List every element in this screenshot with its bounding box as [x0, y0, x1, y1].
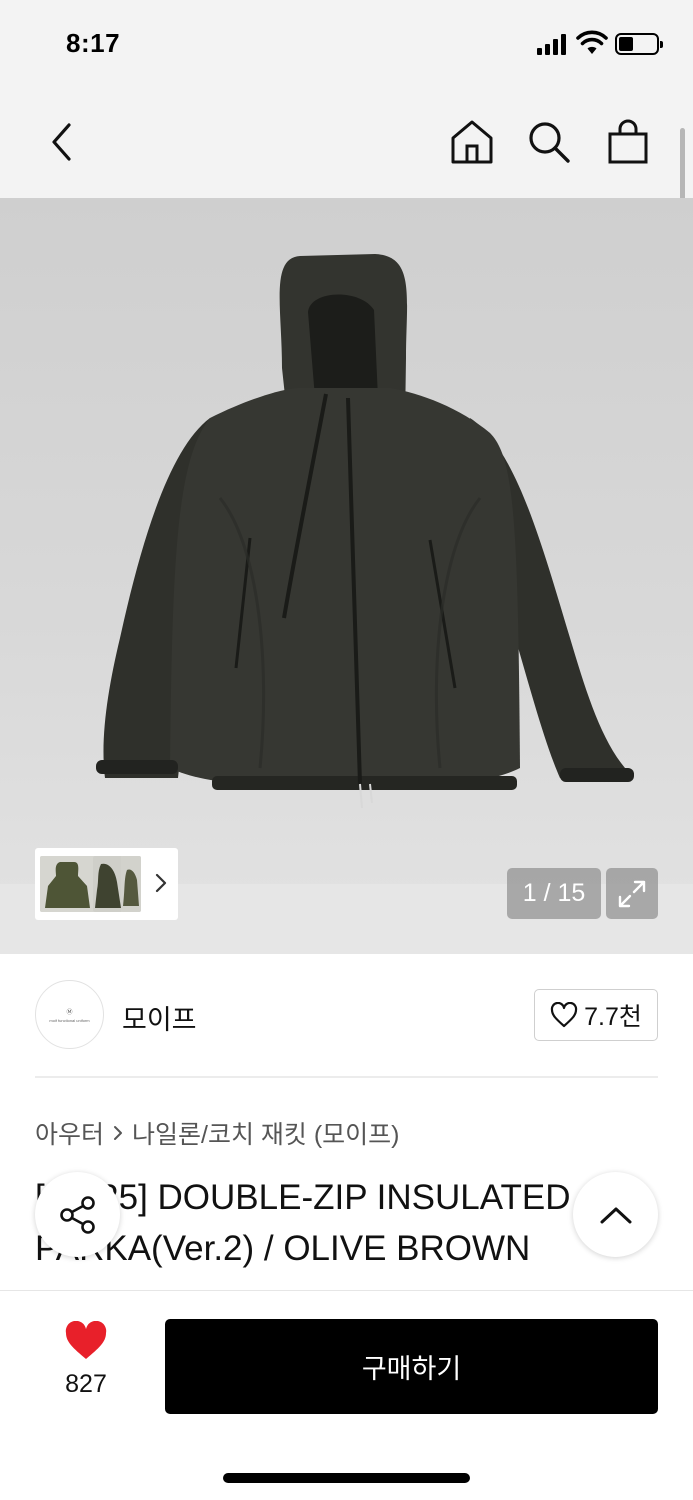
battery-icon [615, 33, 663, 55]
divider [35, 1076, 658, 1078]
breadcrumb: 아우터 나일론/코치 재킷 (모이프) [35, 1115, 400, 1151]
brand-like-count: 7.7천 [584, 1003, 642, 1031]
brand-logo-tagline: moif functional uniform [49, 1017, 90, 1023]
thumbnail-image[interactable] [93, 856, 123, 912]
status-bar: 8:17 [0, 0, 693, 88]
home-icon [451, 120, 493, 164]
expand-icon [618, 880, 646, 907]
home-indicator [223, 1473, 470, 1483]
shopping-bag-icon [608, 119, 648, 164]
brand-row[interactable]: Ⓜ moif functional uniform 모이프 7.7천 [35, 980, 658, 1050]
back-button[interactable] [37, 116, 87, 168]
expand-button[interactable] [606, 868, 658, 919]
thumbnail-strip[interactable] [35, 848, 178, 920]
scroll-to-top-button[interactable] [573, 1172, 658, 1257]
share-icon [59, 1195, 95, 1234]
breadcrumb-subcategory[interactable]: 나일론/코치 재킷 (모이프) [132, 1115, 400, 1151]
heart-outline-icon [550, 1002, 578, 1028]
brand-logo-mark: Ⓜ [66, 1009, 73, 1016]
thumbnail-image[interactable] [40, 856, 95, 912]
chevron-right-icon [114, 1126, 123, 1140]
brand-logo[interactable]: Ⓜ moif functional uniform [35, 980, 104, 1049]
heart-filled-icon [65, 1320, 107, 1359]
cart-button[interactable] [603, 116, 653, 168]
chevron-up-icon [600, 1207, 631, 1223]
product-title: [FW25] DOUBLE-ZIP INSULATED PARKA(Ver.2)… [35, 1178, 571, 1268]
home-button[interactable] [447, 116, 497, 168]
share-button[interactable] [35, 1172, 120, 1257]
scroll-indicator[interactable] [680, 128, 685, 208]
image-page-counter: 1 / 15 [507, 868, 601, 919]
top-navigation [0, 88, 693, 198]
product-like-count: 827 [65, 1370, 107, 1398]
chevron-right-icon [155, 873, 167, 893]
buy-button[interactable]: 구매하기 [165, 1319, 658, 1414]
brand-name[interactable]: 모이프 [122, 998, 197, 1037]
wifi-icon [576, 30, 608, 54]
bottom-purchase-bar: 827 구매하기 [0, 1290, 693, 1500]
product-image-gallery[interactable]: 1 / 15 [0, 198, 693, 954]
back-arrow-icon [52, 123, 71, 161]
search-icon [529, 122, 570, 163]
thumbnail-image[interactable] [121, 856, 141, 912]
brand-like-button[interactable]: 7.7천 [534, 989, 658, 1041]
cellular-signal-icon [537, 33, 569, 55]
search-button[interactable] [524, 116, 574, 168]
breadcrumb-category[interactable]: 아우터 [35, 1115, 104, 1151]
product-jacket-image [96, 254, 634, 808]
status-time: 8:17 [66, 28, 121, 58]
product-like-button[interactable]: 827 [50, 1320, 122, 1401]
